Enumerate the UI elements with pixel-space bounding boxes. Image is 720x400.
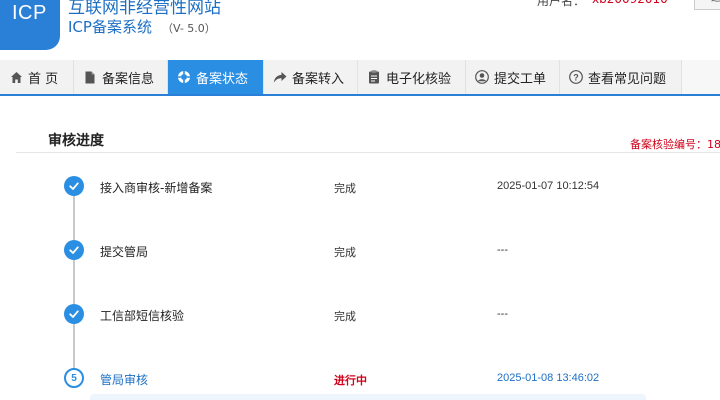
version-label: （V- 5.0） — [161, 22, 216, 35]
status-icon — [177, 70, 191, 84]
help-icon: ? — [569, 70, 583, 84]
step-status: 完成 — [334, 310, 356, 323]
step-status: 进行中 — [334, 374, 367, 387]
main-nav: 首 页 备案信息 备案状态 备案转入 电子化核验 提交工单 ? 查看常见问题 — [0, 60, 720, 96]
step-number-icon: 5 — [64, 368, 84, 388]
step-name: 接入商审核-新增备案 — [100, 181, 213, 195]
step-time: --- — [497, 308, 508, 320]
nav-label-home: 首 页 — [28, 71, 59, 87]
document-icon — [83, 70, 97, 84]
step-status: 完成 — [334, 182, 356, 195]
step-status: 完成 — [334, 246, 356, 259]
logout-button[interactable]: 退 — [694, 0, 720, 10]
detail-panel — [90, 394, 646, 400]
step-time: --- — [497, 244, 508, 256]
icp-filing-page: ICP 互联网非经营性网站 ICP备案系统（V- 5.0） 用户名： xb200… — [0, 0, 720, 400]
nav-faq[interactable]: ? 查看常见问题 — [560, 60, 682, 94]
timeline-line — [73, 186, 75, 378]
site-subtitle: ICP备案系统 （V- 5.0） — [68, 16, 216, 37]
nav-home[interactable]: 首 页 — [0, 60, 74, 94]
verification-number: 备案核验编号：18 — [630, 138, 720, 151]
home-icon — [9, 70, 23, 84]
system-name: ICP备案系统 — [68, 18, 152, 36]
username-label: 用户名： — [537, 0, 586, 8]
nav-e-verification[interactable]: 电子化核验 — [358, 60, 466, 94]
nav-label-filing-transfer: 备案转入 — [292, 71, 345, 87]
check-icon — [64, 304, 84, 324]
user-icon — [475, 70, 489, 84]
logo-text: ICP — [12, 2, 47, 24]
svg-text:?: ? — [573, 73, 579, 83]
nav-filing-transfer[interactable]: 备案转入 — [264, 60, 358, 94]
step-name: 提交管局 — [100, 245, 149, 259]
step-name: 工信部短信核验 — [100, 309, 185, 323]
step-name: 管局审核 — [100, 373, 149, 387]
nav-label-filing-info: 备案信息 — [102, 71, 155, 87]
nav-filing-status[interactable]: 备案状态 — [168, 60, 264, 94]
nav-label-filing-status: 备案状态 — [196, 71, 249, 87]
nav-submit-ticket[interactable]: 提交工单 — [466, 60, 560, 94]
clipboard-icon — [367, 70, 381, 84]
icp-logo: ICP — [0, 0, 60, 50]
nav-label-faq: 查看常见问题 — [588, 71, 667, 87]
section-title: 审核进度 — [48, 133, 104, 149]
share-icon — [273, 70, 287, 84]
nav-label-e-verification: 电子化核验 — [386, 71, 452, 87]
header: ICP 互联网非经营性网站 ICP备案系统（V- 5.0） 用户名： xb200… — [0, 0, 720, 60]
nav-label-submit-ticket: 提交工单 — [494, 71, 547, 87]
check-icon — [64, 176, 84, 196]
section-divider — [16, 152, 720, 153]
username-value: xb20092010 — [592, 0, 668, 6]
nav-filing-info[interactable]: 备案信息 — [74, 60, 168, 94]
check-icon — [64, 240, 84, 260]
step-time: 2025-01-07 10:12:54 — [497, 180, 600, 192]
step-time: 2025-01-08 13:46:02 — [497, 372, 600, 384]
